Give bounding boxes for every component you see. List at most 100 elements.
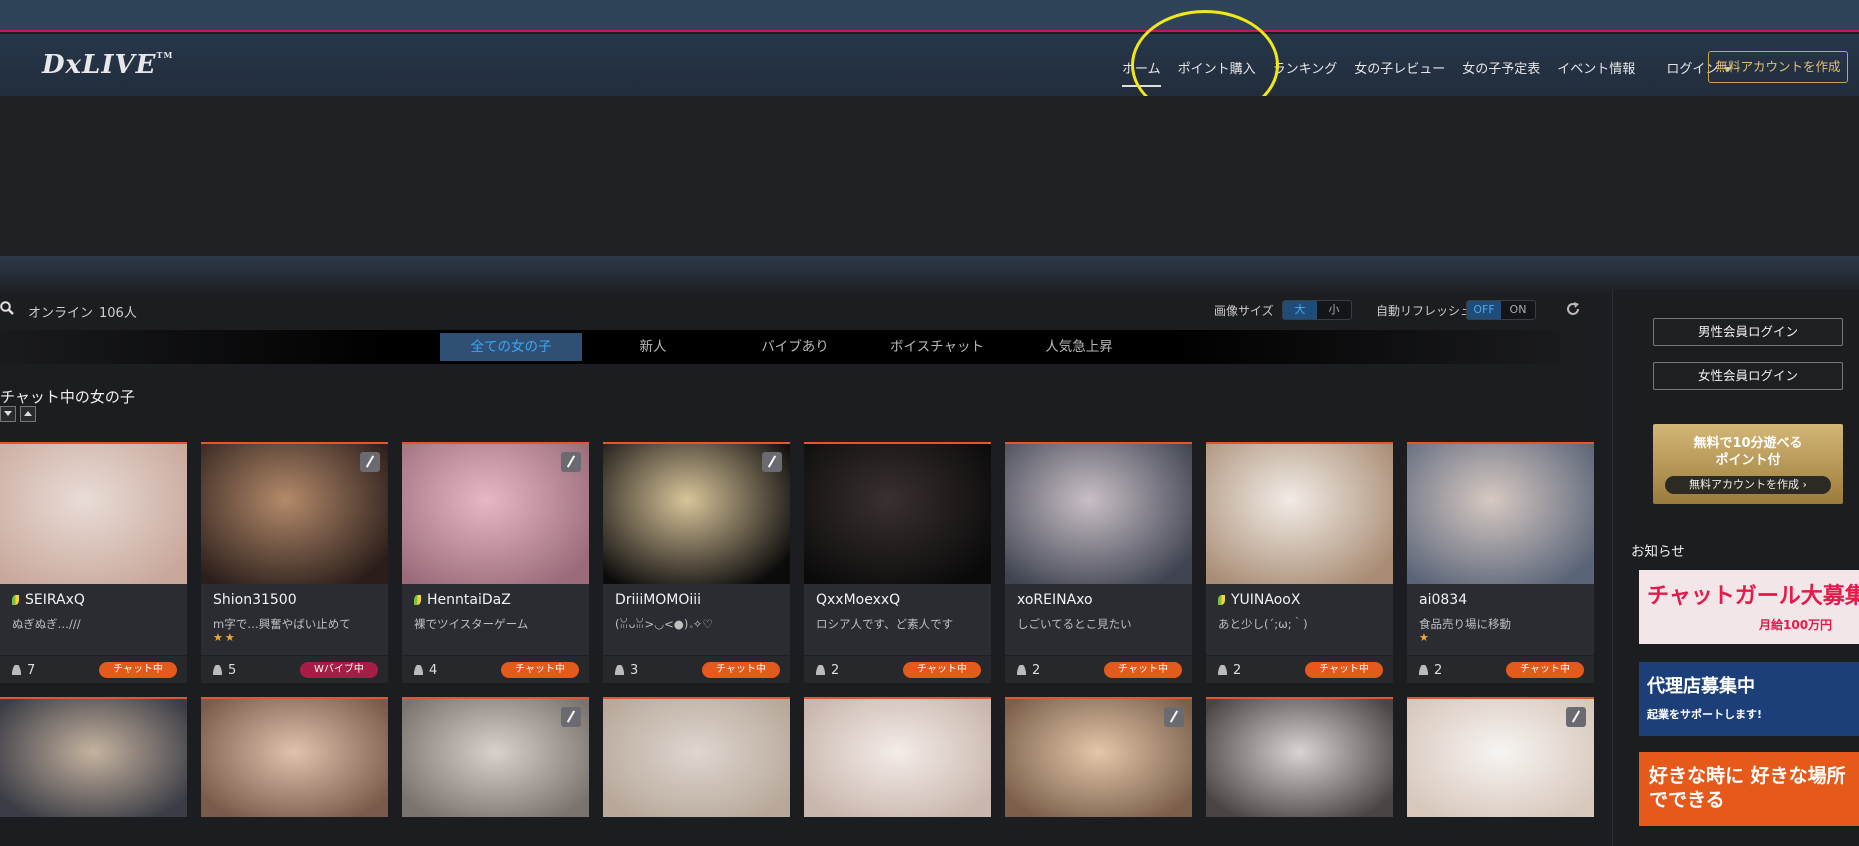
performer-name[interactable]: QxxMoexxQ — [816, 592, 900, 608]
main-nav: ホーム ポイント購入 ランキング 女の子レビュー 女の子予定表 イベント情報 ロ… — [1122, 58, 1760, 87]
male-member-login-button[interactable]: 男性会員ログイン — [1653, 318, 1843, 346]
card-footer: 2 チャット中 — [1407, 655, 1594, 683]
performer-card[interactable]: QxxMoexxQ ロシア人です、ど素人です 2 チャット中 — [804, 442, 991, 683]
tab-vibe[interactable]: バイブあり — [724, 333, 866, 361]
ad-banner-recruit[interactable]: チャットガール大募集! 月給100万円 — [1639, 570, 1859, 644]
collapse-up-icon[interactable] — [20, 406, 36, 422]
performer-name-text: DriiiMOMOiii — [615, 592, 702, 608]
performer-name[interactable]: ai0834 — [1419, 592, 1467, 608]
site-header: DxLIVETM ホーム ポイント購入 ランキング 女の子レビュー 女の子予定表… — [0, 34, 1859, 96]
ad-agency-text: 代理店募集中 — [1647, 676, 1755, 697]
performer-card[interactable]: HenntaiDaZ 裸でツイスターゲーム 4 チャット中 — [402, 442, 589, 683]
card-footer: 3 チャット中 — [603, 655, 790, 683]
nav-home[interactable]: ホーム — [1122, 58, 1161, 87]
performer-thumbnail[interactable] — [1005, 697, 1192, 817]
tab-voice-chat[interactable]: ボイスチャット — [866, 333, 1008, 361]
performer-thumbnail[interactable] — [1407, 444, 1594, 584]
search-icon[interactable] — [0, 301, 14, 315]
viewer-count: 4 — [414, 663, 437, 678]
performer-thumbnail[interactable] — [1206, 697, 1393, 817]
viewer-count-value: 2 — [831, 663, 840, 678]
performer-thumbnail[interactable] — [201, 697, 388, 817]
viewer-count-value: 2 — [1032, 663, 1041, 678]
tab-all-girls[interactable]: 全ての女の子 — [440, 333, 582, 361]
performer-thumbnail[interactable] — [402, 697, 589, 817]
performer-name-text: ai0834 — [1419, 592, 1468, 608]
ad-banner-agency[interactable]: 代理店募集中 起業をサポートします! — [1639, 662, 1859, 736]
auto-refresh-off[interactable]: OFF — [1467, 301, 1501, 319]
image-size-large[interactable]: 大 — [1283, 301, 1317, 319]
person-icon — [1017, 665, 1026, 675]
performer-thumbnail[interactable] — [0, 444, 187, 584]
viewer-count: 5 — [213, 663, 236, 678]
performer-thumbnail[interactable] — [804, 444, 991, 584]
free-promo-banner[interactable]: 無料で10分遊べる ポイント付 無料アカウントを作成 › — [1653, 424, 1843, 504]
tab-newcomers[interactable]: 新人 — [582, 333, 724, 361]
right-sidebar: 男性会員ログイン 女性会員ログイン 無料で10分遊べる ポイント付 無料アカウン… — [1612, 290, 1859, 846]
performer-status-message: あと少し(´;ω;｀) — [1218, 617, 1308, 631]
card-footer: 2 チャット中 — [1206, 655, 1393, 683]
performer-card[interactable]: YUINAooX あと少し(´;ω;｀) 2 チャット中 — [1206, 442, 1393, 683]
nav-event-info[interactable]: イベント情報 — [1557, 58, 1635, 77]
ad-banner-anytime[interactable]: 好きな時に 好きな場所でできる — [1639, 752, 1859, 826]
ad-agency-sub: 起業をサポートします! — [1647, 708, 1763, 721]
performer-thumbnail[interactable] — [804, 697, 991, 817]
performer-card[interactable]: Shion31500 m字で…興奮やばい止めて ★★ 5 Wバイブ中 — [201, 442, 388, 683]
card-footer: 2 チャット中 — [804, 655, 991, 683]
refresh-icon[interactable] — [1564, 300, 1582, 318]
beginner-leaf-icon — [1218, 595, 1225, 605]
performer-thumbnail[interactable] — [603, 697, 790, 817]
performer-thumbnail[interactable] — [1206, 444, 1393, 584]
nav-point-purchase[interactable]: ポイント購入 — [1178, 58, 1256, 77]
image-size-label: 画像サイズ — [1214, 304, 1274, 318]
chat-status-badge: チャット中 — [1305, 662, 1383, 678]
chat-status-badge: チャット中 — [702, 662, 780, 678]
performer-thumbnail[interactable] — [0, 697, 187, 817]
performer-card[interactable]: xoREINAxo しごいてるとこ見たい 2 チャット中 — [1005, 442, 1192, 683]
performer-name[interactable]: YUINAooX — [1218, 592, 1300, 608]
tab-rising[interactable]: 人気急上昇 — [1008, 333, 1150, 361]
performer-thumbnail[interactable] — [1407, 697, 1594, 817]
performer-name[interactable]: SEIRAxQ — [12, 592, 85, 608]
performer-name-text: HenntaiDaZ — [427, 592, 511, 608]
card-footer: 4 チャット中 — [402, 655, 589, 683]
performer-name[interactable]: Shion31500 — [213, 592, 297, 608]
dxlive-logo[interactable]: DxLIVETM — [42, 50, 173, 80]
nav-girl-review[interactable]: 女の子レビュー — [1354, 58, 1445, 77]
auto-refresh-on[interactable]: ON — [1501, 301, 1535, 319]
chat-status-badge: Wバイブ中 — [300, 662, 378, 678]
create-free-account-button[interactable]: 無料アカウントを作成 — [1708, 51, 1848, 83]
image-size-toggle: 大 小 — [1282, 300, 1352, 320]
main-content: オンライン 106人 画像サイズ 大 小 自動リフレッシュ OFF ON 全ての女… — [0, 290, 1612, 846]
performer-card[interactable]: ai0834 食品売り場に移動 ★ 2 チャット中 — [1407, 442, 1594, 683]
performer-name[interactable]: xoREINAxo — [1017, 592, 1093, 608]
pen-icon — [1566, 707, 1586, 727]
viewer-count-value: 2 — [1434, 663, 1443, 678]
performer-status-message: 裸でツイスターゲーム — [414, 617, 529, 631]
performer-name-text: Shion31500 — [213, 592, 297, 608]
pen-icon — [561, 707, 581, 727]
viewer-count: 2 — [1419, 663, 1442, 678]
performer-status-message: 食品売り場に移動 — [1419, 617, 1511, 631]
top-strip — [0, 0, 1859, 32]
collapse-controls — [0, 406, 40, 422]
performer-card[interactable]: SEIRAxQ ぬぎぬぎ…/// 7 チャット中 — [0, 442, 187, 683]
performer-card[interactable]: DriiiMOMOiii (ꈍᴗꈍ>◡<●)｡✧♡ 3 チャット中 — [603, 442, 790, 683]
viewer-count-value: 7 — [27, 663, 36, 678]
card-footer: 2 チャット中 — [1005, 655, 1192, 683]
performer-name[interactable]: HenntaiDaZ — [414, 592, 511, 608]
nav-girl-schedule[interactable]: 女の子予定表 — [1462, 58, 1540, 77]
beginner-leaf-icon — [414, 595, 421, 605]
chat-status-badge: チャット中 — [1104, 662, 1182, 678]
collapse-down-icon[interactable] — [0, 406, 16, 422]
performer-thumbnail[interactable] — [1005, 444, 1192, 584]
female-member-login-button[interactable]: 女性会員ログイン — [1653, 362, 1843, 390]
promo-create-account-button[interactable]: 無料アカウントを作成 › — [1665, 476, 1831, 494]
auto-refresh-toggle: OFF ON — [1466, 300, 1536, 320]
performer-name[interactable]: DriiiMOMOiii — [615, 592, 701, 608]
performer-name-text: YUINAooX — [1231, 592, 1301, 608]
person-icon — [615, 665, 624, 675]
viewer-count-value: 3 — [630, 663, 639, 678]
nav-ranking[interactable]: ランキング — [1273, 58, 1338, 77]
image-size-small[interactable]: 小 — [1317, 301, 1351, 319]
